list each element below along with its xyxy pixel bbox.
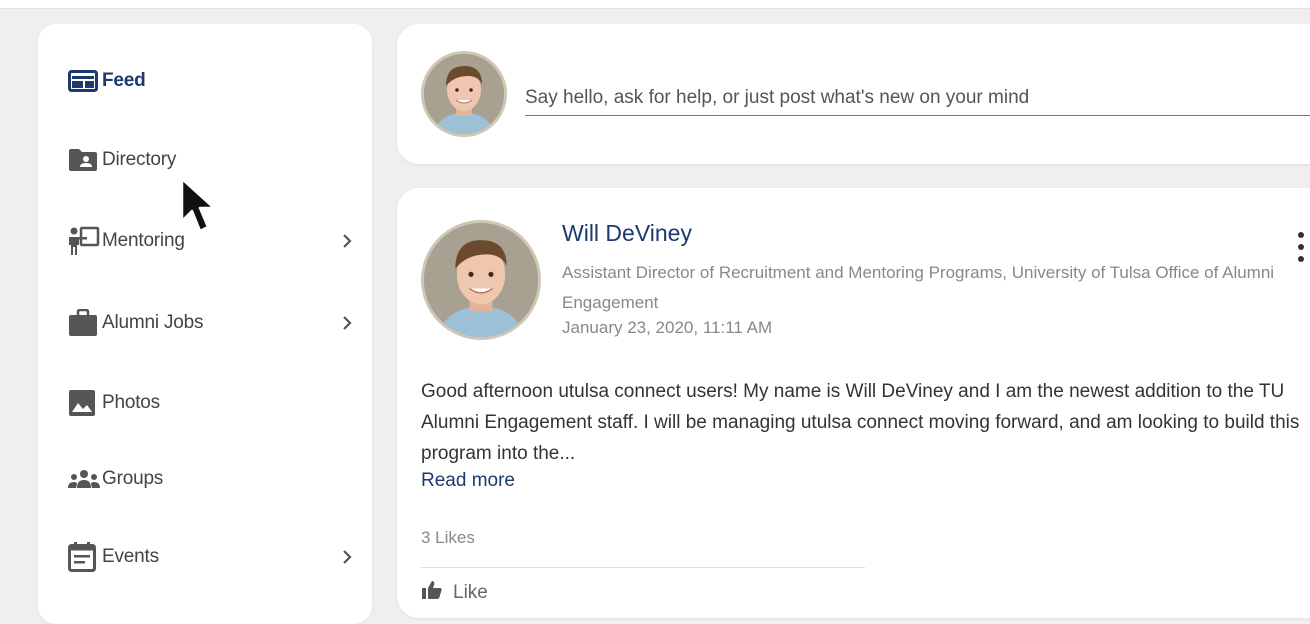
calendar-icon (68, 542, 102, 572)
briefcase-icon (68, 308, 102, 338)
sidebar-item-label: Alumni Jobs (102, 312, 204, 333)
like-button-label: Like (453, 582, 488, 603)
author-title: Assistant Director of Recruitment and Me… (562, 263, 1275, 312)
thumbs-up-icon (421, 580, 443, 606)
sidebar-item-alumni-jobs[interactable]: Alumni Jobs (68, 301, 358, 345)
directory-folder-icon (68, 145, 102, 175)
author-avatar[interactable] (421, 220, 541, 340)
sidebar-item-events[interactable]: Events (68, 535, 358, 579)
sidebar-item-label: Feed (102, 70, 146, 91)
avatar[interactable] (421, 51, 507, 137)
groups-people-icon (68, 464, 102, 494)
mentoring-presenter-icon (68, 226, 102, 256)
sidebar-item-groups[interactable]: Groups (68, 457, 358, 501)
sidebar-item-label: Photos (102, 392, 160, 413)
sidebar-item-mentoring[interactable]: Mentoring (68, 219, 358, 263)
top-bar (0, 0, 1310, 9)
like-button[interactable]: Like (421, 580, 488, 606)
likes-count[interactable]: 3 Likes (421, 528, 475, 548)
more-options-icon[interactable] (1293, 232, 1309, 262)
sidebar-item-label: Events (102, 546, 159, 567)
post-divider (421, 567, 865, 568)
post-body: Good afternoon utulsa connect users! My … (421, 381, 1300, 464)
sidebar-item-photos[interactable]: Photos (68, 381, 358, 425)
feed-icon (68, 66, 102, 96)
read-more-link[interactable]: Read more (421, 470, 515, 492)
photo-icon (68, 388, 102, 418)
sidebar-item-label: Mentoring (102, 230, 185, 251)
chevron-right-icon[interactable] (336, 545, 358, 569)
post-composer (397, 24, 1310, 164)
post-composer-input[interactable] (525, 80, 1310, 116)
sidebar-item-feed[interactable]: Feed (68, 59, 358, 103)
sidebar-nav: Feed Directory Mentoring Alumni Jobs Pho… (38, 24, 372, 624)
chevron-right-icon[interactable] (336, 311, 358, 335)
sidebar-item-label: Directory (102, 149, 177, 170)
author-name-link[interactable]: Will DeViney (562, 220, 692, 247)
sidebar-item-directory[interactable]: Directory (68, 138, 358, 182)
post-timestamp: January 23, 2020, 11:11 AM (562, 318, 773, 337)
chevron-right-icon[interactable] (336, 229, 358, 253)
feed-post: Will DeViney Assistant Director of Recru… (397, 188, 1310, 618)
sidebar-item-label: Groups (102, 468, 164, 489)
